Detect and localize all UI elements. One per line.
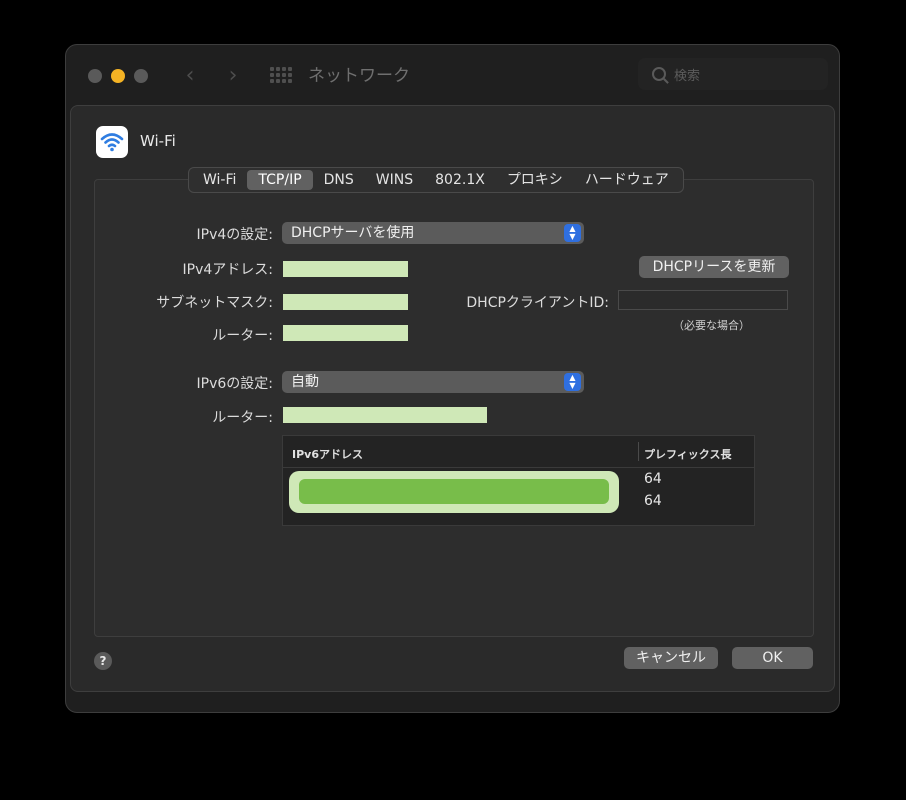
ipv6-config-label: IPv6の設定: [196, 376, 273, 392]
client-id-hint: （必要な場合） [673, 319, 750, 332]
settings-sheet: Wi-Fi Wi-Fi TCP/IP DNS WINS 802.1X プロキシ … [70, 105, 835, 692]
ipv6-router-label: ルーター: [212, 410, 273, 426]
column-header-address: IPv6アドレス [292, 448, 363, 461]
table-header: IPv6アドレス プレフィックス長 [283, 436, 754, 468]
network-window: ‹ › ネットワーク 検索 Wi-Fi Wi-Fi TCP/IP DNS WIN… [65, 44, 840, 713]
grid-icon[interactable] [270, 67, 292, 85]
ipv4-router-label: ルーター: [212, 328, 273, 344]
ipv6-config-value: 自動 [291, 374, 319, 390]
ipv4-router-redacted [283, 325, 408, 341]
table-row-prefix: 64 [644, 493, 662, 509]
cancel-button[interactable]: キャンセル [624, 647, 718, 669]
ipv4-address-redacted [283, 261, 408, 277]
tab-8021x[interactable]: 802.1X [424, 170, 496, 190]
search-icon [652, 67, 666, 81]
subnet-mask-redacted [283, 294, 408, 310]
tab-hardware[interactable]: ハードウェア [574, 170, 680, 190]
chevron-left-icon[interactable]: ‹ [179, 63, 201, 89]
tab-tcpip[interactable]: TCP/IP [247, 170, 313, 190]
tab-bar: Wi-Fi TCP/IP DNS WINS 802.1X プロキシ ハードウェア [188, 167, 684, 193]
wifi-icon [96, 126, 128, 158]
tab-wifi[interactable]: Wi-Fi [192, 170, 247, 190]
interface-name: Wi-Fi [140, 132, 176, 150]
tab-dns[interactable]: DNS [313, 170, 365, 190]
search-field[interactable]: 検索 [638, 58, 828, 90]
ipv6-address-redacted-inner [299, 479, 609, 504]
column-header-prefix: プレフィックス長 [644, 448, 732, 461]
close-icon[interactable] [88, 69, 102, 83]
chevron-right-icon[interactable]: › [222, 63, 244, 89]
ipv6-router-redacted [283, 407, 487, 423]
tab-proxies[interactable]: プロキシ [496, 170, 574, 190]
search-placeholder: 検索 [674, 69, 701, 84]
ipv6-address-redacted [289, 471, 619, 513]
ipv4-address-label: IPv4アドレス: [182, 262, 273, 278]
ipv4-config-select[interactable]: DHCPサーバを使用 ▲ ▼ [282, 222, 584, 244]
help-icon[interactable]: ? [94, 652, 112, 670]
ipv6-address-table: IPv6アドレス プレフィックス長 64 64 [282, 435, 755, 526]
minimize-icon[interactable] [111, 69, 125, 83]
ipv4-config-label: IPv4の設定: [196, 227, 273, 243]
dhcp-client-id-label: DHCPクライアントID: [466, 295, 609, 311]
ok-button[interactable]: OK [732, 647, 813, 669]
column-divider [638, 442, 639, 461]
ipv4-config-value: DHCPサーバを使用 [291, 225, 415, 241]
renew-dhcp-lease-button[interactable]: DHCPリースを更新 [639, 256, 789, 278]
window-title: ネットワーク [308, 66, 410, 86]
tab-wins[interactable]: WINS [365, 170, 424, 190]
dhcp-client-id-input[interactable] [618, 290, 788, 310]
ipv6-config-select[interactable]: 自動 ▲ ▼ [282, 371, 584, 393]
zoom-icon[interactable] [134, 69, 148, 83]
subnet-mask-label: サブネットマスク: [156, 295, 273, 311]
stepper-icon: ▲ ▼ [564, 224, 581, 242]
table-row-prefix: 64 [644, 471, 662, 487]
stepper-icon: ▲ ▼ [564, 373, 581, 391]
